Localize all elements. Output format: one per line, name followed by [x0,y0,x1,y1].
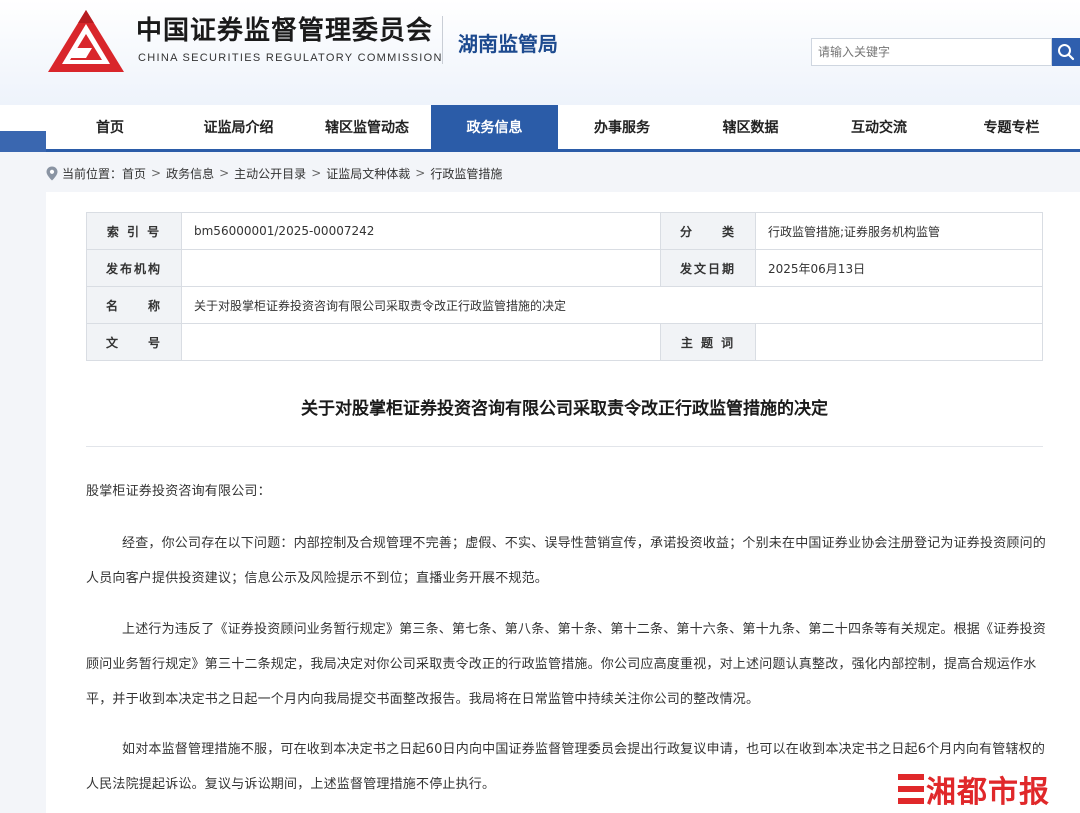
category-value: 行政监管措施;证券服务机构监管 [755,212,1043,250]
site-header: 中国证券监督管理委员会 CHINA SECURITIES REGULATORY … [0,0,1080,105]
csrc-logo-icon[interactable] [46,8,126,74]
org-name-en: CHINA SECURITIES REGULATORY COMMISSION [138,52,443,64]
nav-item-gov-info[interactable]: 政务信息 [431,105,558,149]
newspaper-watermark: 湘都市报 [898,767,1050,811]
document-meta-table: 索 引 号 bm56000001/2025-00007242 分 类 行政监管措… [86,212,1043,361]
breadcrumb-doc-types[interactable]: 证监局文种体裁 [326,165,410,182]
meta-row: 发布机构 发文日期 2025年06月13日 [86,249,1043,287]
nav-item-interaction[interactable]: 互动交流 [815,105,943,149]
date-label: 发文日期 [660,249,756,287]
header-divider [442,16,443,64]
date-value: 2025年06月13日 [755,249,1043,287]
index-label: 索 引 号 [86,212,182,250]
watermark-text: 湘都市报 [926,775,1050,810]
nav-item-regional-data[interactable]: 辖区数据 [686,105,815,149]
title-divider [86,446,1043,447]
nav-item-bureau-intro[interactable]: 证监局介绍 [174,105,303,149]
watermark-bars-icon [898,774,924,804]
breadcrumb-separator: > [151,166,162,180]
keyword-label: 主 题 词 [660,323,756,361]
document-paragraph-1: 经查，你公司存在以下问题：内部控制及合规管理不完善；虚假、不实、误导性营销宣传，… [86,536,1047,586]
search-input[interactable] [811,38,1052,66]
nav-accent-bar [0,131,46,152]
location-pin-icon [46,166,58,180]
breadcrumb-admin-measures[interactable]: 行政监管措施 [430,165,502,182]
breadcrumb-separator: > [311,166,322,180]
nav-item-home[interactable]: 首页 [46,105,174,149]
breadcrumb: 当前位置： 首页 > 政务信息 > 主动公开目录 > 证监局文种体裁 > 行政监… [46,164,502,182]
issuer-value [181,249,661,287]
category-label: 分 类 [660,212,756,250]
document-salutation: 股掌柜证券投资咨询有限公司： [86,484,271,499]
breadcrumb-home[interactable]: 首页 [122,165,146,182]
keyword-value [755,323,1043,361]
breadcrumb-separator: > [415,166,426,180]
meta-row: 索 引 号 bm56000001/2025-00007242 分 类 行政监管措… [86,212,1043,250]
nav-item-topics[interactable]: 专题专栏 [943,105,1080,149]
index-value: bm56000001/2025-00007242 [181,212,661,250]
search-button[interactable] [1052,38,1080,66]
breadcrumb-prefix: 当前位置： [62,166,123,181]
breadcrumb-gov-info[interactable]: 政务信息 [166,165,214,182]
bureau-name[interactable]: 湖南监管局 [458,28,558,57]
name-value: 关于对股掌柜证券投资咨询有限公司采取责令改正行政监管措施的决定 [181,286,1043,324]
breadcrumb-separator: > [219,166,230,180]
meta-row: 名 称 关于对股掌柜证券投资咨询有限公司采取责令改正行政监管措施的决定 [86,286,1043,324]
name-label: 名 称 [86,286,182,324]
nav-item-regional-news[interactable]: 辖区监管动态 [303,105,431,149]
breadcrumb-public-catalog[interactable]: 主动公开目录 [234,165,306,182]
docno-label: 文 号 [86,323,182,361]
main-nav: 首页 证监局介绍 辖区监管动态 政务信息 办事服务 辖区数据 互动交流 专题专栏 [46,105,1080,152]
nav-item-services[interactable]: 办事服务 [558,105,686,149]
org-name-cn[interactable]: 中国证券监督管理委员会 [136,10,433,47]
meta-row: 文 号 主 题 词 [86,323,1043,361]
document-paragraph-2: 上述行为违反了《证券投资顾问业务暂行规定》第三条、第七条、第八条、第十条、第十二… [86,622,1047,707]
issuer-label: 发布机构 [86,249,182,287]
search-icon [1058,44,1075,61]
docno-value [181,323,661,361]
document-title: 关于对股掌柜证券投资咨询有限公司采取责令改正行政监管措施的决定 [301,399,828,419]
